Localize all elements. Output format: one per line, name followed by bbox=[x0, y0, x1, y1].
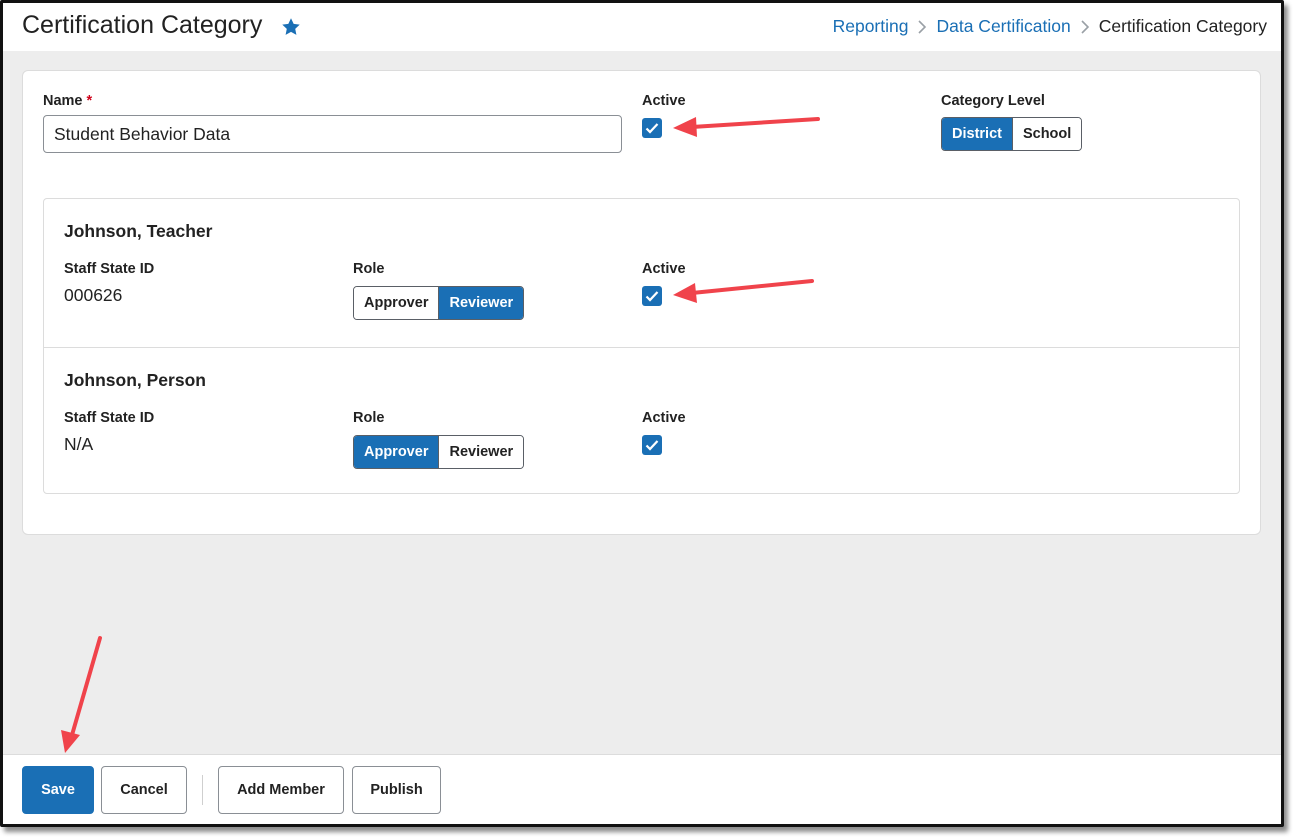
role-toggle: Approver Reviewer bbox=[353, 286, 525, 320]
chevron-right-icon bbox=[918, 19, 927, 34]
check-icon bbox=[645, 440, 659, 451]
add-member-button[interactable]: Add Member bbox=[218, 766, 344, 814]
toolbar-divider bbox=[202, 775, 203, 805]
publish-button[interactable]: Publish bbox=[352, 766, 441, 814]
action-bar: Save Cancel Add Member Publish bbox=[3, 754, 1281, 824]
staff-state-id-label: Staff State ID bbox=[64, 410, 155, 426]
member-active-checkbox[interactable] bbox=[642, 435, 662, 455]
check-icon bbox=[645, 291, 659, 302]
cancel-button[interactable]: Cancel bbox=[101, 766, 187, 814]
breadcrumb-data-certification[interactable]: Data Certification bbox=[936, 16, 1070, 37]
breadcrumb-reporting[interactable]: Reporting bbox=[833, 16, 909, 37]
name-label-text: Name bbox=[43, 93, 83, 109]
role-reviewer[interactable]: Reviewer bbox=[438, 287, 524, 319]
role-toggle: Approver Reviewer bbox=[353, 435, 525, 469]
page-header: Certification Category Reporting Data Ce… bbox=[3, 3, 1281, 51]
role-approver[interactable]: Approver bbox=[354, 287, 439, 319]
active-label: Active bbox=[642, 93, 686, 109]
category-level-label: Category Level bbox=[941, 93, 1045, 109]
role-label: Role bbox=[353, 261, 385, 277]
member-name: Johnson, Person bbox=[64, 370, 206, 390]
name-input[interactable] bbox=[43, 115, 622, 153]
member-active-label: Active bbox=[642, 410, 686, 426]
staff-state-id-value: N/A bbox=[64, 434, 94, 454]
category-active-checkbox[interactable] bbox=[642, 118, 662, 138]
category-form-card: Name * Active Category Level District Sc… bbox=[22, 70, 1261, 535]
member-row: Johnson, Teacher Staff State ID 000626 R… bbox=[44, 199, 1239, 347]
check-icon bbox=[645, 123, 659, 134]
name-label: Name * bbox=[43, 93, 92, 109]
breadcrumb-current: Certification Category bbox=[1098, 16, 1267, 36]
favorite-star-icon[interactable] bbox=[280, 16, 302, 38]
member-name: Johnson, Teacher bbox=[64, 221, 213, 241]
required-marker: * bbox=[86, 93, 93, 109]
category-level-toggle: District School bbox=[941, 117, 1083, 151]
category-level-district[interactable]: District bbox=[942, 118, 1012, 150]
category-level-school[interactable]: School bbox=[1011, 118, 1082, 150]
role-approver[interactable]: Approver bbox=[354, 436, 439, 468]
member-row: Johnson, Person Staff State ID N/A Role … bbox=[44, 347, 1239, 495]
staff-state-id-label: Staff State ID bbox=[64, 261, 155, 277]
role-reviewer[interactable]: Reviewer bbox=[438, 436, 524, 468]
page-title: Certification Category bbox=[22, 11, 263, 39]
app-window: Certification Category Reporting Data Ce… bbox=[0, 0, 1284, 827]
breadcrumb: Reporting Data Certification Certificati… bbox=[833, 16, 1267, 37]
save-button[interactable]: Save bbox=[22, 766, 94, 814]
member-active-checkbox[interactable] bbox=[642, 286, 662, 306]
chevron-right-icon bbox=[1081, 19, 1089, 34]
role-label: Role bbox=[353, 410, 385, 426]
staff-state-id-value: 000626 bbox=[64, 285, 123, 305]
members-list: Johnson, Teacher Staff State ID 000626 R… bbox=[43, 198, 1240, 494]
member-active-label: Active bbox=[642, 261, 686, 277]
